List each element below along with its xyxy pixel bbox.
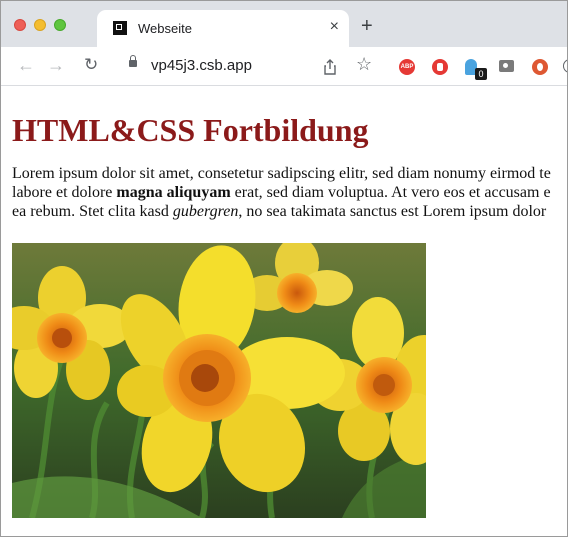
daffodil-photo <box>12 243 426 518</box>
reload-icon[interactable]: ↻ <box>84 55 98 75</box>
new-tab-button[interactable]: + <box>361 16 373 36</box>
paragraph-line-3-start: ea rebum. Stet clita kasd <box>12 203 173 220</box>
tab-close-button[interactable]: × <box>330 19 339 35</box>
page-heading: HTML&CSS Fortbildung <box>12 112 369 148</box>
stop-icon[interactable] <box>432 59 448 75</box>
address-bar[interactable]: vp45j3.csb.app <box>115 52 385 80</box>
extension-badge: 0 <box>475 68 487 80</box>
page-content: HTML&CSS Fortbildung Lorem ipsum dolor s… <box>12 86 567 221</box>
paragraph-line-2-start: labore et dolore <box>12 184 117 201</box>
duckduckgo-icon[interactable] <box>532 59 548 75</box>
abp-icon[interactable]: ABP <box>399 59 415 75</box>
paragraph-line-2-end: erat, sed diam voluptua. At vero eos et … <box>230 184 551 201</box>
minimize-window-button[interactable] <box>34 19 46 31</box>
browser-tab[interactable]: Webseite × <box>97 10 349 47</box>
browser-window: Webseite × + ← → ↻ vp45j3.csb.app ☆ ABP … <box>0 0 568 537</box>
intro-paragraph: Lorem ipsum dolor sit amet, consetetur s… <box>12 164 567 221</box>
camera-icon[interactable] <box>499 60 514 72</box>
forward-arrow-icon[interactable]: → <box>47 55 65 75</box>
lock-icon[interactable] <box>129 55 137 67</box>
url-text[interactable]: vp45j3.csb.app <box>151 57 252 74</box>
tab-bar: Webseite × + <box>1 1 567 47</box>
paragraph-line-1: Lorem ipsum dolor sit amet, consetetur s… <box>12 165 551 182</box>
share-icon[interactable] <box>323 59 337 75</box>
back-arrow-icon[interactable]: ← <box>17 55 35 75</box>
tab-title: Webseite <box>138 21 192 36</box>
star-icon[interactable]: ☆ <box>356 54 372 74</box>
close-window-button[interactable] <box>14 19 26 31</box>
italic-text: gubergren <box>172 203 239 220</box>
paragraph-line-3-end: , no sea takimata sanctus est Lorem ipsu… <box>238 203 547 220</box>
extension-icon[interactable] <box>563 59 567 73</box>
toolbar: ← → ↻ vp45j3.csb.app ☆ ABP 0 <box>1 47 567 86</box>
daffodil-image <box>12 243 426 518</box>
page-favicon-icon <box>113 21 127 35</box>
maximize-window-button[interactable] <box>54 19 66 31</box>
bold-text: magna aliquyam <box>116 184 231 201</box>
